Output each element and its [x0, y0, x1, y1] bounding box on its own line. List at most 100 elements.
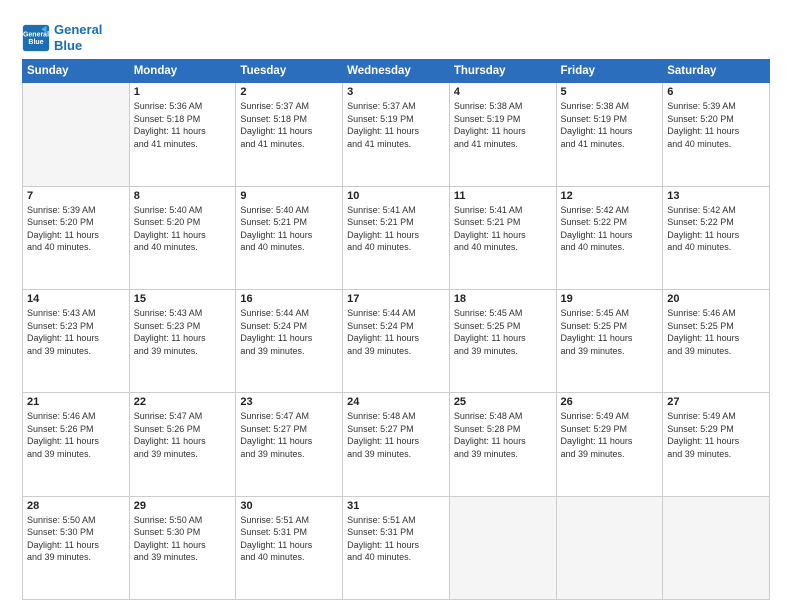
calendar-cell: 27 Sunrise: 5:49 AM Sunset: 5:29 PM Dayli…: [663, 393, 770, 496]
cell-info: Sunrise: 5:45 AM Sunset: 5:25 PM Dayligh…: [561, 307, 659, 357]
calendar-cell: [663, 496, 770, 599]
day-number: 16: [240, 293, 338, 305]
calendar-cell: 15Sunrise: 5:43 AM Sunset: 5:23 PM Dayli…: [129, 289, 236, 392]
day-number: 29: [134, 500, 232, 512]
calendar-cell: 1 Sunrise: 5:36 AM Sunset: 5:18 PM Daylig…: [129, 83, 236, 186]
calendar-cell: 5Sunrise: 5:38 AM Sunset: 5:19 PM Daylig…: [556, 83, 663, 186]
col-header-monday: Monday: [129, 60, 236, 83]
cell-info: Sunrise: 5:41 AM Sunset: 5:21 PM Dayligh…: [347, 204, 445, 254]
day-number: 27: [667, 396, 765, 408]
calendar-cell: 31Sunrise: 5:51 AM Sunset: 5:31 PM Dayli…: [343, 496, 450, 599]
calendar-cell: 17 Sunrise: 5:44 AM Sunset: 5:24 PM Dayli…: [343, 289, 450, 392]
calendar-cell: 23 Sunrise: 5:47 AM Sunset: 5:27 PM Dayli…: [236, 393, 343, 496]
day-number: 12: [561, 190, 659, 202]
day-number: 28: [27, 500, 125, 512]
day-number: 6: [667, 86, 765, 98]
day-number: 26: [561, 396, 659, 408]
day-number: 2: [240, 86, 338, 98]
day-number: 3: [347, 86, 445, 98]
calendar-cell: 22Sunrise: 5:47 AM Sunset: 5:26 PM Dayli…: [129, 393, 236, 496]
cell-info: Sunrise: 5:47 AM Sunset: 5:27 PM Dayligh…: [240, 410, 338, 460]
day-number: 23: [240, 396, 338, 408]
cell-info: Sunrise: 5:49 AM Sunset: 5:29 PM Dayligh…: [667, 410, 765, 460]
day-number: 20: [667, 293, 765, 305]
calendar-cell: 16 Sunrise: 5:44 AM Sunset: 5:24 PM Dayli…: [236, 289, 343, 392]
cell-info: Sunrise: 5:46 AM Sunset: 5:25 PM Dayligh…: [667, 307, 765, 357]
cell-info: Sunrise: 5:49 AM Sunset: 5:29 PM Dayligh…: [561, 410, 659, 460]
calendar-cell: 28 Sunrise: 5:50 AM Sunset: 5:30 PM Dayli…: [23, 496, 130, 599]
day-number: 14: [27, 293, 125, 305]
cell-info: Sunrise: 5:48 AM Sunset: 5:28 PM Dayligh…: [454, 410, 552, 460]
svg-text:General: General: [23, 31, 49, 38]
calendar-cell: 20 Sunrise: 5:46 AM Sunset: 5:25 PM Dayli…: [663, 289, 770, 392]
cell-info: Sunrise: 5:39 AM Sunset: 5:20 PM Dayligh…: [667, 100, 765, 150]
cell-info: Sunrise: 5:42 AM Sunset: 5:22 PM Dayligh…: [561, 204, 659, 254]
day-number: 10: [347, 190, 445, 202]
cell-info: Sunrise: 5:38 AM Sunset: 5:19 PM Dayligh…: [454, 100, 552, 150]
cell-info: Sunrise: 5:39 AM Sunset: 5:20 PM Dayligh…: [27, 204, 125, 254]
calendar-header-row: SundayMondayTuesdayWednesdayThursdayFrid…: [23, 60, 770, 83]
calendar-cell: 6 Sunrise: 5:39 AM Sunset: 5:20 PM Daylig…: [663, 83, 770, 186]
calendar-cell: 14 Sunrise: 5:43 AM Sunset: 5:23 PM Dayli…: [23, 289, 130, 392]
day-number: 17: [347, 293, 445, 305]
col-header-sunday: Sunday: [23, 60, 130, 83]
cell-info: Sunrise: 5:46 AM Sunset: 5:26 PM Dayligh…: [27, 410, 125, 460]
header: General Blue General Blue: [22, 18, 770, 53]
calendar-cell: 26 Sunrise: 5:49 AM Sunset: 5:29 PM Dayli…: [556, 393, 663, 496]
cell-info: Sunrise: 5:40 AM Sunset: 5:21 PM Dayligh…: [240, 204, 338, 254]
calendar: SundayMondayTuesdayWednesdayThursdayFrid…: [22, 59, 770, 600]
cell-info: Sunrise: 5:44 AM Sunset: 5:24 PM Dayligh…: [347, 307, 445, 357]
cell-info: Sunrise: 5:50 AM Sunset: 5:30 PM Dayligh…: [27, 514, 125, 564]
week-row-2: 7Sunrise: 5:39 AM Sunset: 5:20 PM Daylig…: [23, 186, 770, 289]
cell-info: Sunrise: 5:47 AM Sunset: 5:26 PM Dayligh…: [134, 410, 232, 460]
calendar-cell: 18Sunrise: 5:45 AM Sunset: 5:25 PM Dayli…: [449, 289, 556, 392]
calendar-cell: [449, 496, 556, 599]
calendar-cell: 13Sunrise: 5:42 AM Sunset: 5:22 PM Dayli…: [663, 186, 770, 289]
calendar-cell: 3 Sunrise: 5:37 AM Sunset: 5:19 PM Daylig…: [343, 83, 450, 186]
calendar-cell: 10 Sunrise: 5:41 AM Sunset: 5:21 PM Dayli…: [343, 186, 450, 289]
calendar-cell: 21Sunrise: 5:46 AM Sunset: 5:26 PM Dayli…: [23, 393, 130, 496]
calendar-cell: 4 Sunrise: 5:38 AM Sunset: 5:19 PM Daylig…: [449, 83, 556, 186]
week-row-4: 21Sunrise: 5:46 AM Sunset: 5:26 PM Dayli…: [23, 393, 770, 496]
cell-info: Sunrise: 5:43 AM Sunset: 5:23 PM Dayligh…: [27, 307, 125, 357]
logo: General Blue General Blue: [22, 22, 102, 53]
calendar-cell: 24Sunrise: 5:48 AM Sunset: 5:27 PM Dayli…: [343, 393, 450, 496]
cell-info: Sunrise: 5:37 AM Sunset: 5:19 PM Dayligh…: [347, 100, 445, 150]
cell-info: Sunrise: 5:51 AM Sunset: 5:31 PM Dayligh…: [240, 514, 338, 564]
col-header-saturday: Saturday: [663, 60, 770, 83]
calendar-cell: 19Sunrise: 5:45 AM Sunset: 5:25 PM Dayli…: [556, 289, 663, 392]
calendar-cell: 11Sunrise: 5:41 AM Sunset: 5:21 PM Dayli…: [449, 186, 556, 289]
logo-icon: General Blue: [22, 24, 50, 52]
calendar-cell: [556, 496, 663, 599]
calendar-cell: [23, 83, 130, 186]
calendar-cell: 8Sunrise: 5:40 AM Sunset: 5:20 PM Daylig…: [129, 186, 236, 289]
col-header-tuesday: Tuesday: [236, 60, 343, 83]
day-number: 25: [454, 396, 552, 408]
cell-info: Sunrise: 5:41 AM Sunset: 5:21 PM Dayligh…: [454, 204, 552, 254]
cell-info: Sunrise: 5:48 AM Sunset: 5:27 PM Dayligh…: [347, 410, 445, 460]
calendar-cell: 30 Sunrise: 5:51 AM Sunset: 5:31 PM Dayli…: [236, 496, 343, 599]
day-number: 13: [667, 190, 765, 202]
week-row-5: 28 Sunrise: 5:50 AM Sunset: 5:30 PM Dayli…: [23, 496, 770, 599]
day-number: 15: [134, 293, 232, 305]
calendar-cell: 2Sunrise: 5:37 AM Sunset: 5:18 PM Daylig…: [236, 83, 343, 186]
page: General Blue General Blue SundayMondayTu…: [0, 0, 792, 612]
cell-info: Sunrise: 5:36 AM Sunset: 5:18 PM Dayligh…: [134, 100, 232, 150]
week-row-3: 14 Sunrise: 5:43 AM Sunset: 5:23 PM Dayli…: [23, 289, 770, 392]
day-number: 1: [134, 86, 232, 98]
day-number: 9: [240, 190, 338, 202]
cell-info: Sunrise: 5:44 AM Sunset: 5:24 PM Dayligh…: [240, 307, 338, 357]
cell-info: Sunrise: 5:51 AM Sunset: 5:31 PM Dayligh…: [347, 514, 445, 564]
day-number: 5: [561, 86, 659, 98]
calendar-cell: 9 Sunrise: 5:40 AM Sunset: 5:21 PM Daylig…: [236, 186, 343, 289]
week-row-1: 1 Sunrise: 5:36 AM Sunset: 5:18 PM Daylig…: [23, 83, 770, 186]
col-header-wednesday: Wednesday: [343, 60, 450, 83]
col-header-thursday: Thursday: [449, 60, 556, 83]
day-number: 4: [454, 86, 552, 98]
calendar-cell: 29Sunrise: 5:50 AM Sunset: 5:30 PM Dayli…: [129, 496, 236, 599]
calendar-cell: 25 Sunrise: 5:48 AM Sunset: 5:28 PM Dayli…: [449, 393, 556, 496]
day-number: 8: [134, 190, 232, 202]
svg-text:Blue: Blue: [28, 39, 43, 46]
day-number: 30: [240, 500, 338, 512]
cell-info: Sunrise: 5:45 AM Sunset: 5:25 PM Dayligh…: [454, 307, 552, 357]
